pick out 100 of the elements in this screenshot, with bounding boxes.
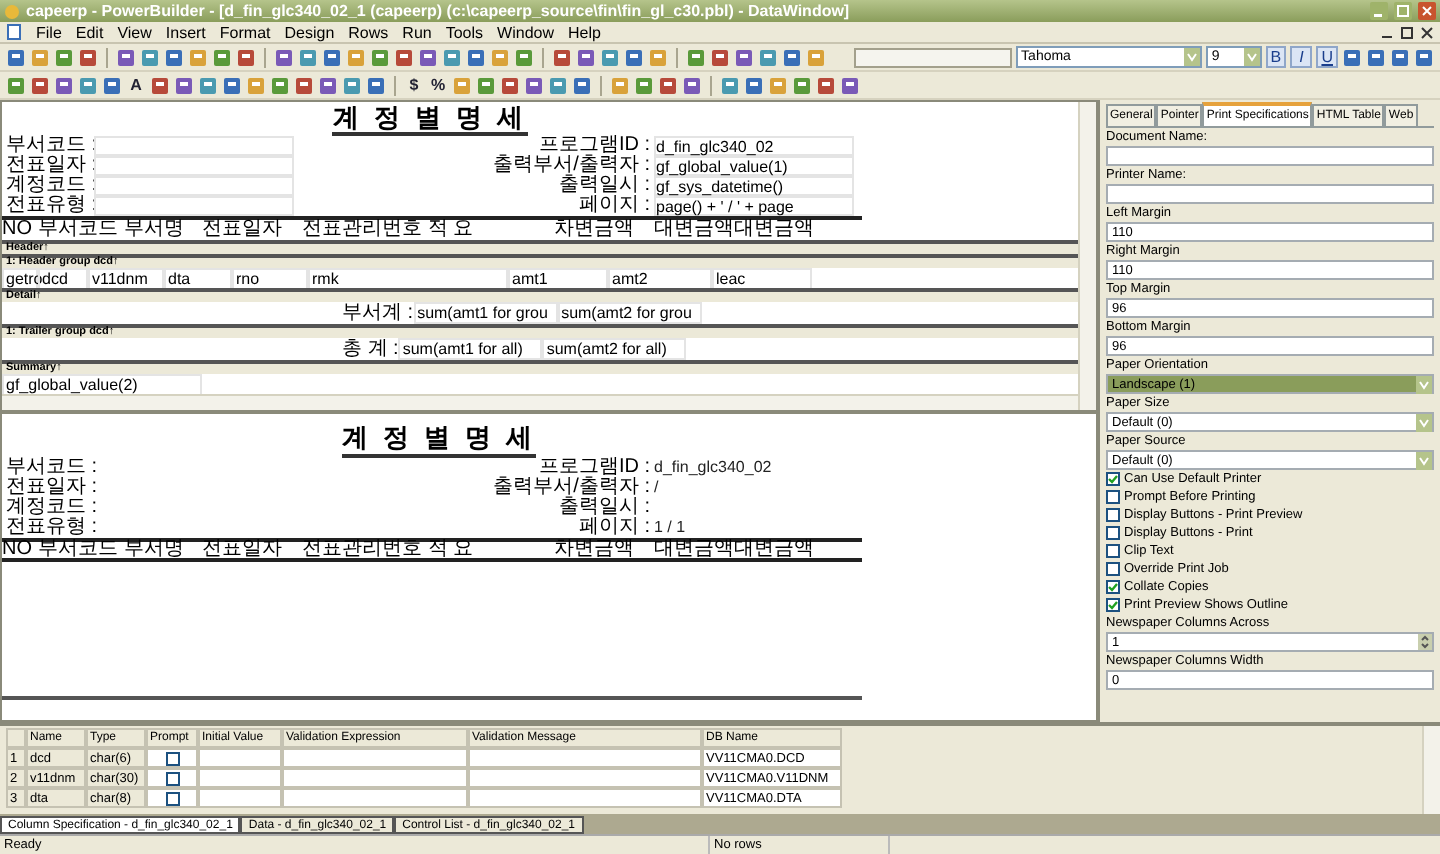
toolbar-icon[interactable]: [321, 47, 342, 67]
checkbox[interactable]: [1106, 472, 1120, 486]
report-title: 계 정 별 명 세: [341, 422, 537, 458]
format-button[interactable]: %: [428, 76, 448, 94]
checkbox[interactable]: [1106, 598, 1120, 612]
toolbar-icon[interactable]: [30, 75, 50, 95]
toolbar-icon[interactable]: [163, 47, 184, 67]
checkbox[interactable]: [1106, 490, 1120, 504]
toolbar-icon[interactable]: [54, 75, 74, 95]
toolbar-icon[interactable]: [781, 47, 802, 67]
style-button[interactable]: U: [1316, 46, 1339, 68]
menu-item[interactable]: Window: [497, 23, 554, 41]
checkbox[interactable]: [1106, 544, 1120, 558]
menu-item[interactable]: Run: [402, 23, 432, 41]
text-field[interactable]: [853, 47, 1012, 67]
menu-item[interactable]: File: [36, 23, 62, 41]
toolbar-icon[interactable]: [840, 75, 860, 95]
toolbar-icon[interactable]: [54, 47, 74, 67]
menu-item[interactable]: Design: [284, 23, 335, 41]
toolbar-icon[interactable]: [270, 75, 290, 95]
menu-item[interactable]: Edit: [75, 23, 104, 41]
menu-item[interactable]: Help: [568, 23, 601, 41]
toolbar-icon[interactable]: [139, 47, 160, 67]
toolbar-icon[interactable]: [393, 47, 414, 67]
menu-item[interactable]: Insert: [165, 23, 206, 41]
format-button[interactable]: $: [404, 76, 424, 94]
style-button[interactable]: I: [1290, 46, 1313, 68]
window-controls-icon[interactable]: [1382, 25, 1434, 39]
toolbar-icon[interactable]: [572, 75, 592, 95]
toolbar-icon[interactable]: [548, 75, 568, 95]
toolbar-icon[interactable]: [757, 47, 778, 67]
toolbar-icon[interactable]: [658, 75, 678, 95]
checkbox[interactable]: [166, 791, 180, 805]
toolbar-icon[interactable]: [222, 75, 242, 95]
toolbar-icon[interactable]: [792, 75, 812, 95]
toolbar-icon[interactable]: [369, 47, 390, 67]
toolbar-icon[interactable]: [198, 75, 218, 95]
toolbar-icon[interactable]: [297, 47, 318, 67]
toolbar-icon[interactable]: [417, 47, 438, 67]
vertical-scrollbar[interactable]: [1422, 726, 1440, 814]
toolbar-icon[interactable]: [366, 75, 386, 95]
toolbar-icon[interactable]: [623, 47, 644, 67]
field-label: 프로그램ID :: [538, 136, 652, 157]
toolbar-icon[interactable]: [575, 47, 596, 67]
toolbar-icon[interactable]: [816, 75, 836, 95]
menu-item[interactable]: Format: [219, 23, 271, 41]
property-input[interactable]: [1106, 184, 1434, 204]
property-input[interactable]: [1106, 146, 1434, 166]
menu-item[interactable]: View: [117, 23, 152, 41]
toolbar-icon[interactable]: [102, 75, 122, 95]
toolbar-icon[interactable]: [476, 75, 496, 95]
horizontal-scrollbar[interactable]: [2, 394, 1078, 410]
toolbar-icon[interactable]: [682, 75, 702, 95]
menu-item[interactable]: Tools: [445, 23, 484, 41]
toolbar-icon[interactable]: [1366, 47, 1387, 67]
toolbar-icon[interactable]: [599, 47, 620, 67]
toolbar-icon[interactable]: [6, 47, 26, 67]
toolbar-icon[interactable]: [1414, 47, 1435, 67]
close-icon[interactable]: [1418, 2, 1436, 20]
document-icon[interactable]: [6, 24, 22, 40]
toolbar-icon[interactable]: [294, 75, 314, 95]
toolbar-icon[interactable]: [1390, 47, 1411, 67]
toolbar-icon[interactable]: [524, 75, 544, 95]
checkbox[interactable]: [1106, 508, 1120, 522]
toolbar-icon[interactable]: [78, 47, 98, 67]
toolbar-icon[interactable]: [318, 75, 338, 95]
spinner-icon[interactable]: [1418, 634, 1432, 650]
checkbox[interactable]: [166, 751, 180, 765]
checkbox[interactable]: [1106, 526, 1120, 540]
style-button[interactable]: B: [1265, 46, 1287, 68]
field-label: 출력부서/출력자 :: [491, 478, 652, 498]
toolbar-icon[interactable]: [513, 47, 534, 67]
toolbar-icon[interactable]: [709, 47, 730, 67]
checkbox[interactable]: [166, 771, 180, 785]
menu-item[interactable]: Rows: [348, 23, 389, 41]
toolbar-icon[interactable]: [441, 47, 462, 67]
toolbar-icon[interactable]: [174, 75, 194, 95]
checkbox[interactable]: [1106, 562, 1120, 576]
total-field: sum(amt1 for all): [398, 338, 543, 361]
toolbar-icon[interactable]: [1342, 47, 1363, 67]
toolbar-icon[interactable]: [115, 47, 136, 67]
toolbar-icon[interactable]: [465, 47, 486, 67]
toolbar-icon[interactable]: [342, 75, 362, 95]
toolbar-icon[interactable]: [6, 75, 26, 95]
text-color-button[interactable]: A: [126, 76, 146, 94]
toolbar-icon[interactable]: [634, 75, 654, 95]
toolbar-icon[interactable]: [685, 47, 706, 67]
toolbar-icon[interactable]: [744, 75, 764, 95]
toolbar-icon[interactable]: [500, 75, 520, 95]
toolbar-icon[interactable]: [720, 75, 740, 95]
vertical-scrollbar[interactable]: [1078, 102, 1096, 410]
column-header: 차변금액: [552, 540, 634, 560]
toolbar-icon[interactable]: [273, 47, 294, 67]
toolbar-icon[interactable]: [78, 75, 98, 95]
toolbar-icon[interactable]: [235, 47, 256, 67]
checkbox[interactable]: [1106, 580, 1120, 594]
toolbar-icon[interactable]: [551, 47, 572, 67]
toolbar-icon[interactable]: [211, 47, 232, 67]
toolbar-icon[interactable]: [150, 75, 170, 95]
toolbar-icon[interactable]: [733, 47, 754, 67]
